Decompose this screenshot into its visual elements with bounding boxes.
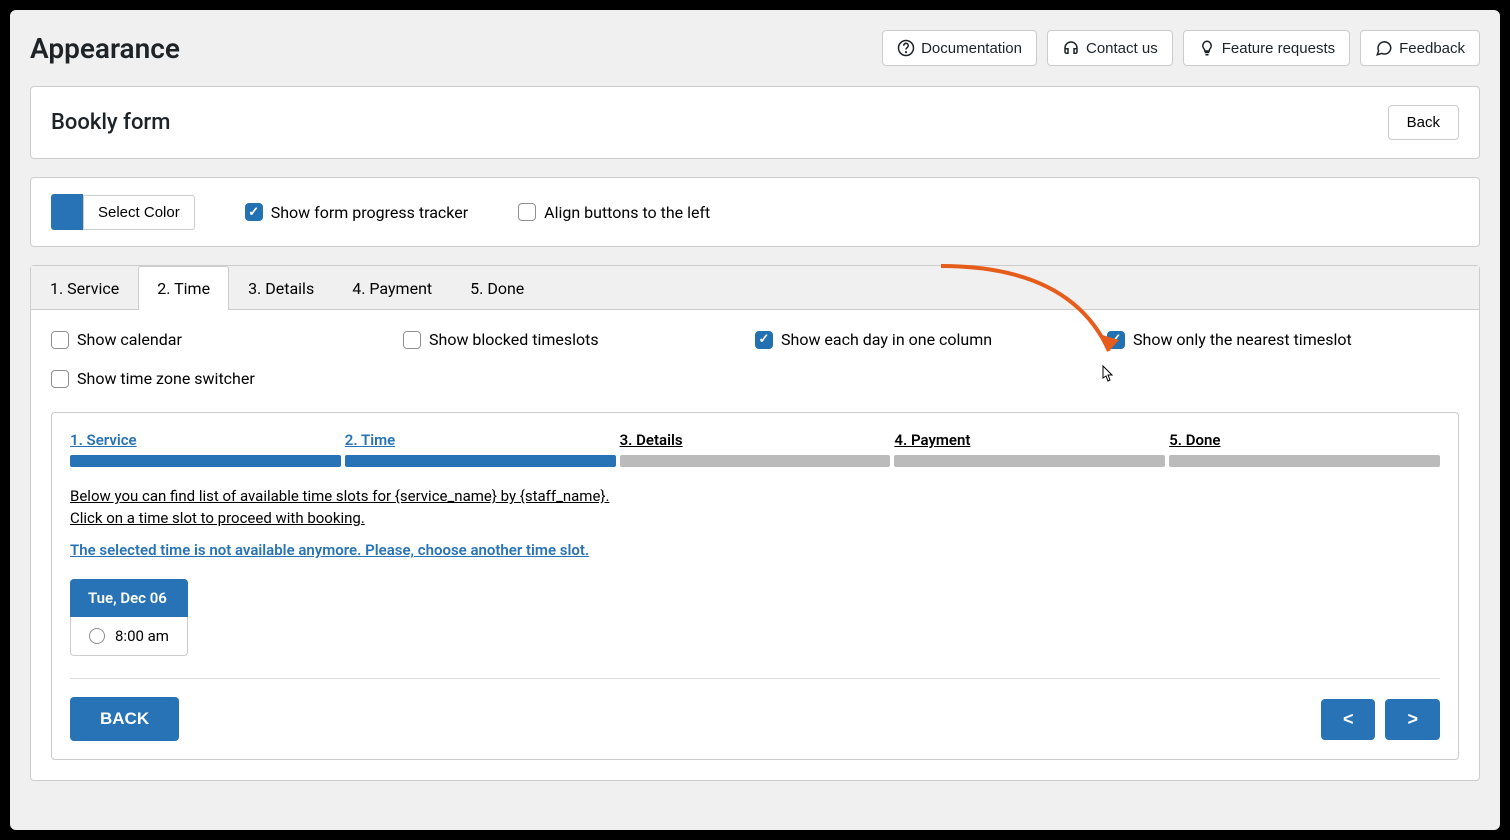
checkbox-show-progress[interactable]: Show form progress tracker	[245, 203, 468, 222]
checkbox-show-tz[interactable]: Show time zone switcher	[51, 369, 403, 388]
progress-tracker: 1. Service 2. Time 3. Details 4. Payment	[70, 431, 1440, 467]
form-card: Bookly form Back	[30, 86, 1480, 159]
checkbox-show-blocked[interactable]: Show blocked timeslots	[403, 330, 755, 349]
checkbox-show-each-day[interactable]: Show each day in one column	[755, 330, 1107, 349]
color-swatch	[51, 194, 83, 230]
color-picker[interactable]: Select Color	[51, 194, 195, 230]
back-button[interactable]: Back	[1388, 105, 1459, 140]
info-text[interactable]: Click on a time slot to proceed with boo…	[70, 509, 1440, 527]
checkbox-icon	[51, 331, 69, 349]
progress-step-details[interactable]: 3. Details	[620, 431, 891, 467]
lightbulb-icon	[1198, 39, 1216, 57]
checkbox-icon	[403, 331, 421, 349]
feedback-button[interactable]: Feedback	[1360, 30, 1480, 66]
headset-icon	[1062, 39, 1080, 57]
contact-button[interactable]: Contact us	[1047, 30, 1173, 66]
next-button[interactable]: >	[1385, 699, 1440, 740]
progress-step-service[interactable]: 1. Service	[70, 431, 341, 467]
options-card: Select Color Show form progress tracker …	[30, 177, 1480, 247]
checkbox-show-calendar[interactable]: Show calendar	[51, 330, 403, 349]
tab-done[interactable]: 5. Done	[451, 266, 543, 310]
checkbox-align-left[interactable]: Align buttons to the left	[518, 203, 710, 222]
timeslot-column: Tue, Dec 06 8:00 am	[70, 579, 188, 656]
checkbox-icon	[1107, 331, 1125, 349]
documentation-button[interactable]: Documentation	[882, 30, 1037, 66]
checkbox-icon	[51, 370, 69, 388]
tab-time[interactable]: 2. Time	[138, 266, 229, 310]
timeslot-day: Tue, Dec 06	[70, 579, 188, 617]
warning-text[interactable]: The selected time is not available anymo…	[70, 541, 1440, 559]
prev-button[interactable]: <	[1321, 699, 1376, 740]
feature-requests-button[interactable]: Feature requests	[1183, 30, 1350, 66]
tabs-bar: 1. Service 2. Time 3. Details 4. Payment…	[31, 266, 1479, 310]
tab-payment[interactable]: 4. Payment	[333, 266, 451, 310]
form-preview: 1. Service 2. Time 3. Details 4. Payment	[51, 412, 1459, 760]
form-card-title: Bookly form	[51, 110, 170, 135]
info-text[interactable]: Below you can find list of available tim…	[70, 487, 1440, 505]
radio-icon	[89, 628, 105, 644]
checkbox-icon	[518, 203, 536, 221]
progress-step-payment[interactable]: 4. Payment	[894, 431, 1165, 467]
checkbox-icon	[755, 331, 773, 349]
progress-step-time[interactable]: 2. Time	[345, 431, 616, 467]
progress-step-done[interactable]: 5. Done	[1169, 431, 1440, 467]
form-back-button[interactable]: BACK	[70, 697, 179, 741]
help-icon	[897, 39, 915, 57]
tabs-container: 1. Service 2. Time 3. Details 4. Payment…	[30, 265, 1480, 781]
timeslot-item[interactable]: 8:00 am	[70, 617, 188, 656]
select-color-button[interactable]: Select Color	[83, 195, 195, 230]
comment-icon	[1375, 39, 1393, 57]
checkbox-show-nearest[interactable]: Show only the nearest timeslot	[1107, 330, 1459, 349]
checkbox-icon	[245, 203, 263, 221]
tab-service[interactable]: 1. Service	[31, 266, 138, 310]
tab-details[interactable]: 3. Details	[229, 266, 333, 310]
page-title: Appearance	[30, 32, 180, 65]
